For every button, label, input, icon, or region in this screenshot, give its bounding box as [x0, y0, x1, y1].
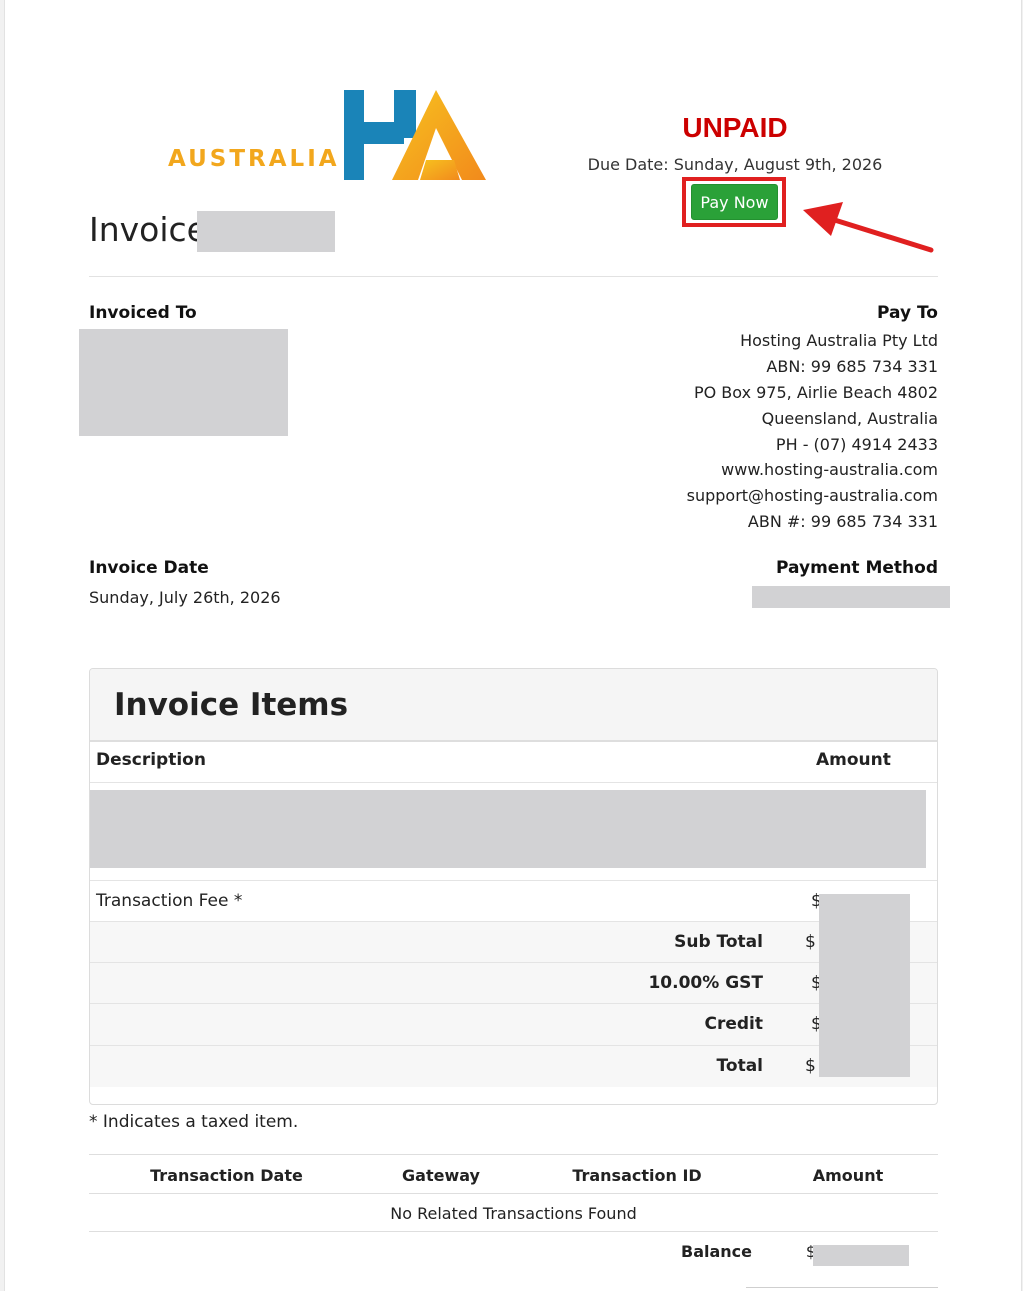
tx-col-gateway: Gateway: [402, 1166, 480, 1185]
invoice-items-panel: Invoice Items Description Amount Transac…: [89, 668, 938, 1105]
no-transactions-message: No Related Transactions Found: [390, 1204, 637, 1223]
col-amount: Amount: [816, 750, 891, 770]
header-divider: [89, 276, 938, 277]
transactions-empty-row: No Related Transactions Found: [89, 1194, 938, 1232]
pay-to-label: Pay To: [877, 303, 938, 323]
invoiced-to-address-redacted: [79, 329, 288, 436]
balance-row: Balance $: [89, 1232, 938, 1272]
table-row-subtotal: Sub Total $: [90, 922, 937, 963]
table-row-transaction-fee: Transaction Fee * $: [90, 881, 937, 922]
items-column-headers: Description Amount: [90, 740, 937, 783]
gst-label: 10.00% GST: [648, 973, 763, 993]
service-item-redacted: [90, 790, 926, 868]
balance-amount-redacted: [813, 1245, 909, 1266]
table-row-service-item: [90, 783, 937, 881]
subtotal-label: Sub Total: [674, 932, 763, 952]
credit-label: Credit: [704, 1014, 763, 1034]
pay-to-line-address: PO Box 975, Airlie Beach 4802: [693, 383, 938, 402]
invoice-date-label: Invoice Date: [89, 558, 209, 578]
payment-method-redacted: [752, 586, 950, 608]
pay-to-line-phone: PH - (07) 4914 2433: [775, 435, 938, 454]
tx-col-id: Transaction ID: [572, 1166, 702, 1185]
pay-to-line-email: support@hosting-australia.com: [686, 486, 938, 505]
annotation-arrow-icon: [795, 196, 935, 256]
tx-col-amount: Amount: [812, 1166, 884, 1185]
total-label: Total: [716, 1056, 763, 1076]
pay-to-line-company: Hosting Australia Pty Ltd: [740, 331, 938, 350]
due-date: Due Date: Sunday, August 9th, 2026: [587, 155, 883, 174]
pay-to-line-website: www.hosting-australia.com: [721, 460, 938, 479]
payment-method-label: Payment Method: [776, 558, 938, 578]
table-row-total: Total $: [90, 1046, 937, 1087]
invoice-items-header: Invoice Items: [90, 669, 937, 742]
invoice-date-value: Sunday, July 26th, 2026: [89, 588, 281, 607]
invoiced-to-label: Invoiced To: [89, 303, 197, 323]
col-description: Description: [96, 750, 206, 770]
transaction-fee-label: Transaction Fee *: [96, 891, 243, 911]
taxed-item-note: * Indicates a taxed item.: [89, 1112, 299, 1132]
transactions-header-row: Transaction Date Gateway Transaction ID …: [89, 1154, 938, 1194]
balance-label: Balance: [681, 1242, 752, 1261]
pay-to-line-abn: ABN: 99 685 734 331: [766, 357, 938, 376]
invoice-title: Invoice: [89, 210, 207, 249]
invoice-status-badge: UNPAID: [682, 112, 788, 143]
table-row-gst: 10.00% GST $: [90, 963, 937, 1004]
invoice-number-redacted: [197, 211, 335, 252]
pay-to-line-state: Queensland, Australia: [761, 409, 938, 428]
table-row-credit: Credit $: [90, 1004, 937, 1046]
invoice-items-title: Invoice Items: [114, 687, 349, 723]
bottom-divider: [746, 1287, 938, 1288]
amounts-column-redacted: [819, 894, 910, 1077]
total-currency: $: [805, 1056, 816, 1076]
pay-to-line-abn-number: ABN #: 99 685 734 331: [747, 512, 938, 531]
logo-wordmark: AUSTRALIA: [168, 146, 340, 172]
tx-col-date: Transaction Date: [150, 1166, 303, 1185]
pay-now-button[interactable]: Pay Now: [691, 184, 778, 220]
subtotal-currency: $: [805, 932, 816, 952]
